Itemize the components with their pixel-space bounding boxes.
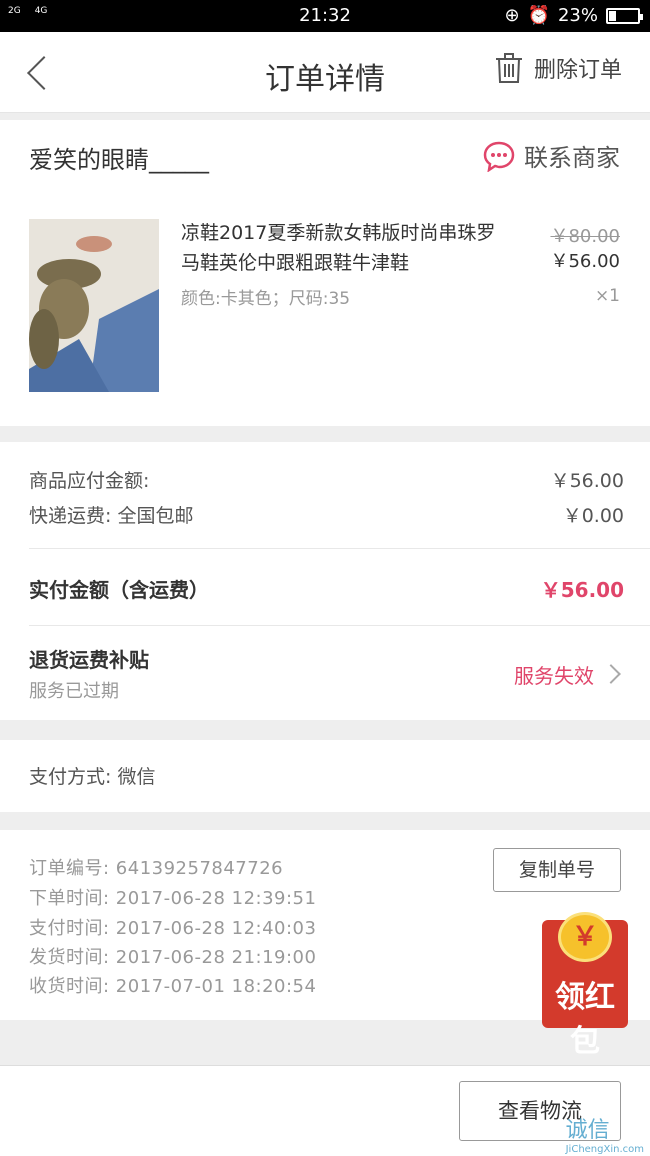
status-bar: 2G 4G 21:32 ⊕ ⏰ 23% (0, 0, 650, 32)
contact-seller-label: 联系商家 (524, 144, 620, 172)
red-packet-label: 领红包 (555, 980, 615, 1059)
original-price: ￥80.00 (550, 226, 620, 247)
order-number: 订单编号: 64139257847726 (29, 858, 284, 879)
ship-time: 发货时间: 2017-06-28 21:19:00 (29, 947, 317, 968)
copy-order-number-button[interactable]: 复制单号 (493, 848, 621, 892)
watermark-sub: JiChengXin.com (565, 1144, 644, 1155)
shipping-row: 快递运费: 全国包邮 ￥0.00 (29, 501, 624, 528)
divider (29, 548, 650, 549)
shop-row: 爱笑的眼睛_____ 联系商家 (0, 120, 650, 191)
chat-icon (483, 141, 515, 172)
payment-method: 支付方式: 微信 (29, 766, 156, 788)
product-image[interactable] (29, 219, 159, 392)
alarm-icon: ⏰ (527, 5, 550, 26)
navbar: 订单详情 删除订单 (0, 32, 650, 113)
paid-amount-value: ￥56.00 (540, 578, 624, 602)
goods-amount-value: ￥56.00 (550, 470, 624, 492)
return-subsidy-status: 服务失效 (514, 664, 594, 688)
goods-amount-label: 商品应付金额: (29, 470, 150, 492)
trash-icon (495, 53, 522, 83)
shop-name: 爱笑的眼睛_____ (29, 146, 209, 174)
payment-section: 支付方式: 微信 (0, 740, 650, 812)
battery-icon (606, 7, 643, 24)
divider (29, 625, 650, 626)
paid-amount-row: 实付金额（含运费） ￥56.00 (29, 574, 624, 603)
product-item[interactable]: 凉鞋2017夏季新款女韩版时尚串珠罗马鞋英伦中跟粗跟鞋牛津鞋 颜色:卡其色；尺码… (0, 190, 650, 426)
product-name[interactable]: 凉鞋2017夏季新款女韩版时尚串珠罗马鞋英伦中跟粗跟鞋牛津鞋 (181, 218, 511, 278)
amount-section: 商品应付金额: ￥56.00 快递运费: 全国包邮 ￥0.00 实付金额（含运费… (0, 442, 650, 720)
receive-time: 收货时间: 2017-07-01 18:20:54 (29, 976, 317, 997)
goods-amount-row: 商品应付金额: ￥56.00 (29, 466, 624, 493)
coin-icon: ￥ (558, 912, 612, 962)
return-subsidy-row[interactable]: 退货运费补贴 服务已过期 服务失效 (29, 644, 624, 703)
shipping-value: ￥0.00 (562, 505, 624, 527)
pay-time: 支付时间: 2017-06-28 12:40:03 (29, 918, 317, 939)
paid-amount-label: 实付金额（含运费） (29, 578, 209, 602)
product-quantity: ×1 (594, 286, 620, 306)
product-spec: 颜色:卡其色；尺码:35 (181, 289, 351, 309)
watermark-text: 诚信 (565, 1118, 610, 1143)
sandal-photo (29, 219, 159, 392)
contact-seller-button[interactable]: 联系商家 (482, 138, 620, 173)
watermark-logo: 诚信 JiChengXin.com (566, 1112, 644, 1155)
lock-rotation-icon: ⊕ (504, 5, 520, 26)
bottom-bar: 查看物流 (0, 1065, 650, 1156)
battery-fill (609, 10, 616, 21)
red-packet-button[interactable]: ￥ 领红包 (542, 912, 628, 1059)
product-price: ￥56.00 (550, 251, 620, 272)
order-time: 下单时间: 2017-06-28 12:39:51 (29, 888, 317, 909)
shipping-label: 快递运费: 全国包邮 (29, 505, 194, 527)
battery-percent: 23% (557, 5, 598, 26)
delete-order-button[interactable]: 删除订单 (494, 52, 622, 84)
status-right: ⊕ ⏰ 23% (504, 5, 643, 26)
delete-order-label: 删除订单 (533, 58, 622, 83)
